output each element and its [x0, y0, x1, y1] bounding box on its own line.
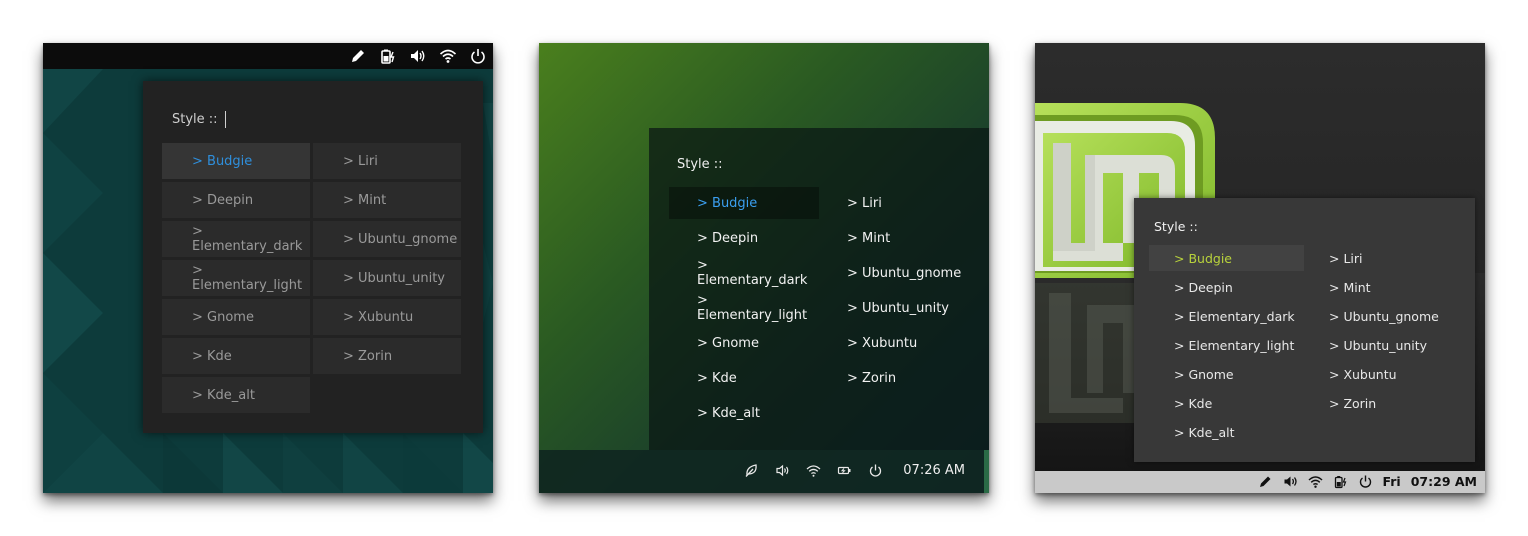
style-option-xubuntu[interactable]: > Xubuntu: [313, 299, 461, 335]
system-tray: 07:26 AM: [744, 463, 965, 478]
style-option-kde-alt[interactable]: > Kde_alt: [1149, 419, 1304, 445]
text-cursor[interactable]: [224, 111, 226, 128]
style-label: Style ::: [677, 157, 723, 172]
style-option-ubuntu-gnome[interactable]: > Ubuntu_gnome: [1304, 303, 1459, 329]
style-option-liri[interactable]: > Liri: [1304, 245, 1459, 271]
style-option-elementary-dark[interactable]: > Elementary_dark: [669, 257, 819, 289]
style-option-budgie[interactable]: > Budgie: [162, 143, 310, 179]
style-option-ubuntu-gnome[interactable]: > Ubuntu_gnome: [313, 221, 461, 257]
style-option-elementary-light[interactable]: > Elementary_light: [669, 292, 819, 324]
leaf-icon[interactable]: [744, 463, 759, 478]
screenshot-mint-style: Style :: > Budgie > Liri > Deepin > Mint…: [1035, 43, 1485, 493]
style-menu-panel: Style :: > Budgie > Liri > Deepin > Mint…: [649, 128, 989, 450]
wifi-icon[interactable]: [806, 463, 821, 478]
style-option-deepin[interactable]: > Deepin: [1149, 274, 1304, 300]
style-option-ubuntu-unity[interactable]: > Ubuntu_unity: [313, 260, 461, 296]
style-option-deepin[interactable]: > Deepin: [669, 222, 819, 254]
pencil-icon[interactable]: [1258, 474, 1273, 489]
wifi-icon[interactable]: [439, 47, 457, 65]
style-option-zorin[interactable]: > Zorin: [313, 338, 461, 374]
style-option-xubuntu[interactable]: > Xubuntu: [819, 327, 969, 359]
style-option-budgie[interactable]: > Budgie: [1149, 245, 1304, 271]
style-option-deepin[interactable]: > Deepin: [162, 182, 310, 218]
screenshot-deepin-style: Style :: > Budgie > Liri > Deepin > Mint…: [539, 43, 989, 493]
style-option-kde[interactable]: > Kde: [162, 338, 310, 374]
style-option-kde-alt[interactable]: > Kde_alt: [162, 377, 310, 413]
style-option-zorin[interactable]: > Zorin: [1304, 390, 1459, 416]
style-option-ubuntu-unity[interactable]: > Ubuntu_unity: [819, 292, 969, 324]
style-option-elementary-light[interactable]: > Elementary_light: [1149, 332, 1304, 358]
style-option-mint[interactable]: > Mint: [313, 182, 461, 218]
power-icon[interactable]: [469, 47, 487, 65]
style-option-kde-alt[interactable]: > Kde_alt: [669, 397, 819, 429]
style-option-mint[interactable]: > Mint: [1304, 274, 1459, 300]
clock[interactable]: 07:26 AM: [903, 463, 965, 478]
system-tray: Fri 07:29 AM: [1258, 474, 1477, 489]
pencil-icon[interactable]: [349, 47, 367, 65]
clock[interactable]: 07:29 AM: [1411, 474, 1477, 489]
style-option-mint[interactable]: > Mint: [819, 222, 969, 254]
style-option-ubuntu-gnome[interactable]: > Ubuntu_gnome: [819, 257, 969, 289]
style-menu-panel: Style :: > Budgie > Liri > Deepin > Mint…: [1134, 198, 1475, 462]
style-option-xubuntu[interactable]: > Xubuntu: [1304, 361, 1459, 387]
style-option-liri[interactable]: > Liri: [313, 143, 461, 179]
volume-icon[interactable]: [1283, 474, 1298, 489]
system-tray: [349, 47, 487, 65]
style-list: > Budgie > Liri > Deepin > Mint > Elemen…: [162, 143, 461, 413]
style-prompt: Style ::: [172, 111, 226, 128]
style-list: > Budgie > Liri > Deepin > Mint > Elemen…: [1149, 245, 1459, 445]
style-option-ubuntu-unity[interactable]: > Ubuntu_unity: [1304, 332, 1459, 358]
battery-charging-icon[interactable]: [379, 47, 397, 65]
wifi-icon[interactable]: [1308, 474, 1323, 489]
panel-edge: [984, 450, 989, 493]
style-list: > Budgie > Liri > Deepin > Mint > Elemen…: [669, 187, 969, 429]
battery-charging-icon[interactable]: [1333, 474, 1348, 489]
style-option-zorin[interactable]: > Zorin: [819, 362, 969, 394]
style-label: Style ::: [1154, 219, 1198, 234]
style-label: Style ::: [172, 112, 218, 127]
screenshot-budgie-style: Style :: > Budgie > Liri > Deepin > Mint…: [43, 43, 493, 493]
style-option-kde[interactable]: > Kde: [1149, 390, 1304, 416]
power-icon[interactable]: [1358, 474, 1373, 489]
style-option-kde[interactable]: > Kde: [669, 362, 819, 394]
style-option-gnome[interactable]: > Gnome: [162, 299, 310, 335]
volume-icon[interactable]: [775, 463, 790, 478]
style-option-elementary-light[interactable]: > Elementary_light: [162, 260, 310, 296]
style-option-elementary-dark[interactable]: > Elementary_dark: [1149, 303, 1304, 329]
volume-icon[interactable]: [409, 47, 427, 65]
style-option-budgie[interactable]: > Budgie: [669, 187, 819, 219]
style-option-liri[interactable]: > Liri: [819, 187, 969, 219]
style-option-gnome[interactable]: > Gnome: [669, 327, 819, 359]
day-label[interactable]: Fri: [1383, 474, 1401, 489]
style-option-elementary-dark[interactable]: > Elementary_dark: [162, 221, 310, 257]
style-option-gnome[interactable]: > Gnome: [1149, 361, 1304, 387]
power-icon[interactable]: [868, 463, 883, 478]
style-menu-panel: Style :: > Budgie > Liri > Deepin > Mint…: [143, 81, 483, 433]
battery-icon[interactable]: [837, 463, 852, 478]
